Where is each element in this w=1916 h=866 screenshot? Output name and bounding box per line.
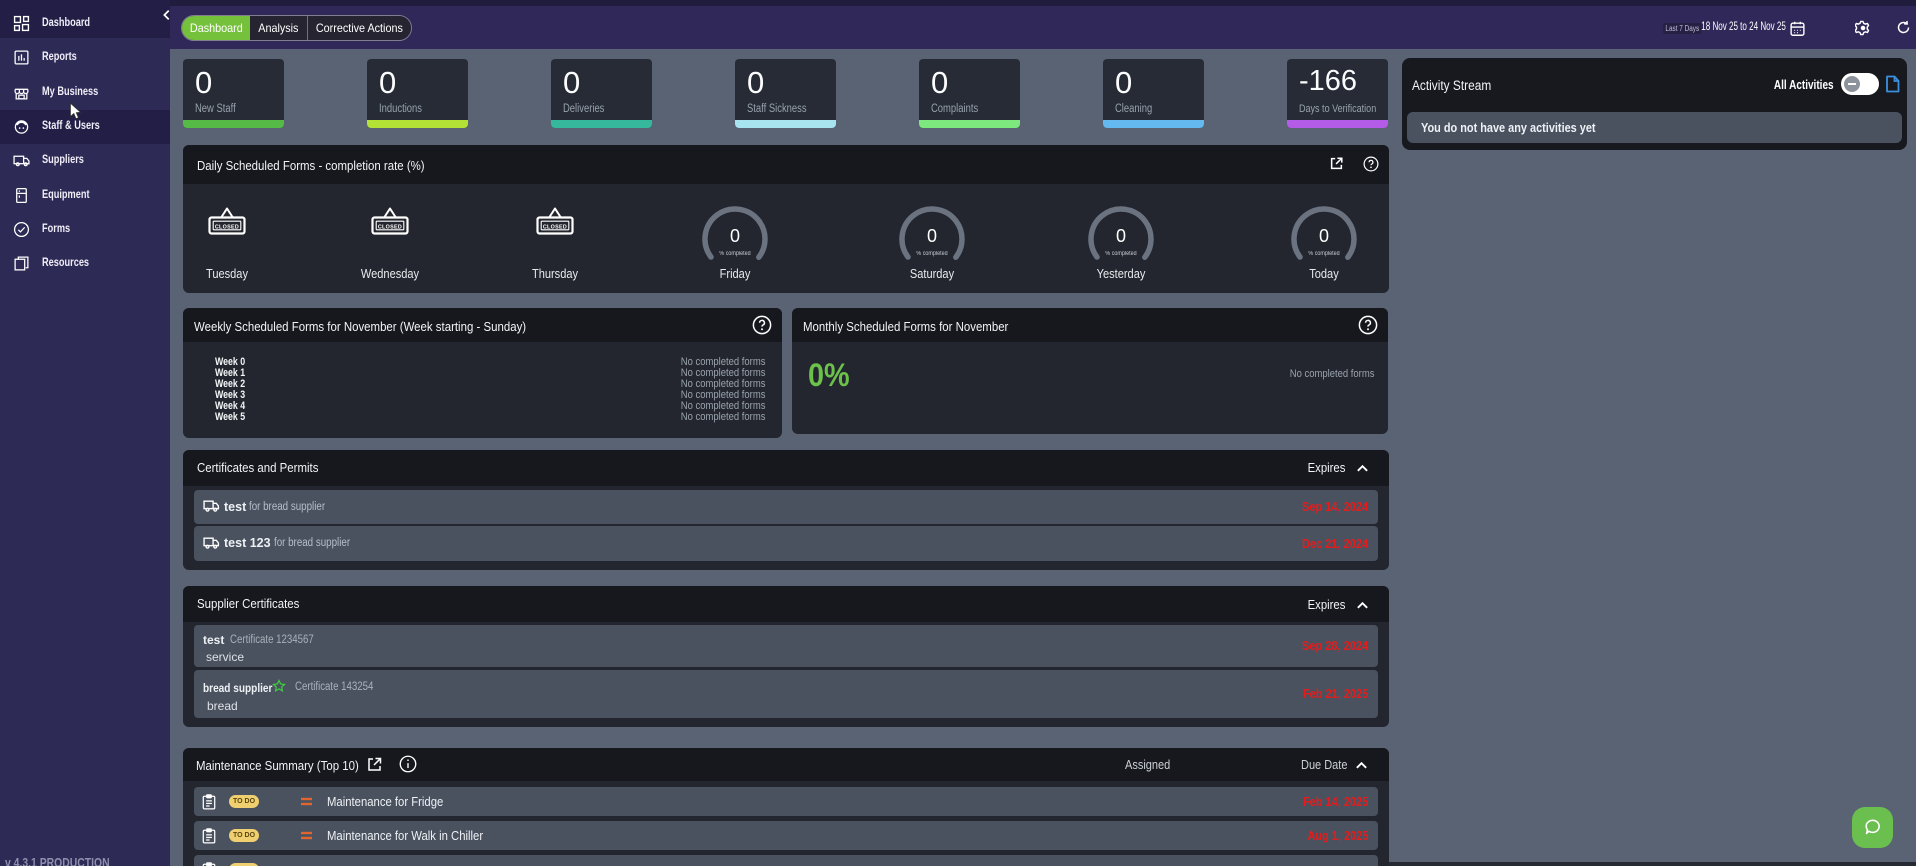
svg-text:CLOSED: CLOSED (215, 224, 239, 230)
svg-text:CLOSED: CLOSED (543, 224, 567, 230)
svg-text:CLOSED: CLOSED (378, 224, 402, 230)
